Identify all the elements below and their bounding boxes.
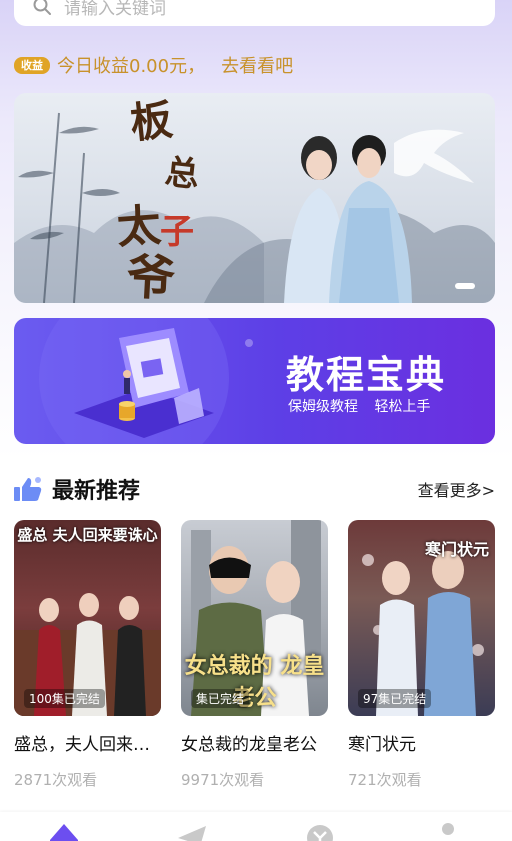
recommend-header: 最新推荐 查看更多> — [14, 473, 495, 505]
drama-card[interactable]: 寒门状元 97集已完结 寒门状元 721次观看 — [348, 520, 495, 790]
section-title: 最新推荐 — [52, 479, 141, 504]
banner-image: 板 总 太 子 爷 — [14, 95, 495, 303]
svg-text:爷: 爷 — [125, 249, 176, 303]
svg-text:总: 总 — [163, 152, 201, 195]
earnings-badge: 收益 — [14, 56, 50, 74]
earnings-text: 今日收益0.00元， — [57, 56, 206, 77]
drama-title: 盛总，夫人回来要诛心 — [14, 735, 161, 755]
search-icon — [33, 0, 51, 15]
profile-icon[interactable] — [431, 820, 465, 841]
search-bar[interactable]: 请输入关键词 — [14, 0, 495, 26]
bottom-tab-bar — [0, 812, 512, 841]
svg-text:太: 太 — [115, 200, 162, 254]
carousel-dot — [455, 283, 475, 289]
episode-status: 100集已完结 — [24, 689, 105, 708]
drama-card[interactable]: 盛总 夫人回来要诛心 100集已完结 盛总，夫人回来要诛心 2871次观看 — [14, 520, 161, 790]
search-input[interactable]: 请输入关键词 — [64, 0, 166, 19]
paper-plane-icon[interactable] — [175, 820, 209, 841]
earnings-row: 收益 今日收益0.00元， 去看看吧 — [14, 52, 293, 78]
carousel-indicator — [455, 283, 475, 289]
see-more-link[interactable]: 查看更多> — [418, 477, 495, 501]
drama-poster[interactable]: 女总裁的 龙皇老公 集已完结 — [181, 520, 328, 716]
drama-poster[interactable]: 寒门状元 97集已完结 — [348, 520, 495, 716]
drama-title: 女总裁的龙皇老公 — [181, 735, 317, 755]
episode-status: 97集已完结 — [358, 689, 432, 708]
view-count: 9971次观看 — [181, 771, 265, 789]
poster-title-art: 寒门状元 — [424, 540, 489, 559]
thumbs-up-icon — [14, 477, 42, 501]
drama-poster[interactable]: 盛总 夫人回来要诛心 100集已完结 — [14, 520, 161, 716]
svg-text:子: 子 — [160, 212, 194, 252]
earnings-link[interactable]: 去看看吧 — [221, 52, 293, 78]
drama-list: 盛总 夫人回来要诛心 100集已完结 盛总，夫人回来要诛心 2871次观看 女总… — [14, 520, 495, 790]
poster-title-art: 盛总 夫人回来要诛心 — [17, 526, 158, 544]
view-count: 2871次观看 — [14, 771, 98, 789]
home-icon[interactable] — [47, 820, 81, 841]
banner-carousel[interactable]: 板 总 太 子 爷 — [14, 93, 495, 303]
tutorial-banner[interactable]: 教程宝典 保姆级教程 轻松上手 — [14, 318, 495, 444]
tutorial-subtitle: 保姆级教程 轻松上手 — [288, 399, 431, 415]
svg-text:板: 板 — [128, 95, 175, 148]
tutorial-title: 教程宝典 — [286, 353, 447, 397]
episode-status: 集已完结 — [191, 689, 250, 708]
earn-icon[interactable] — [303, 820, 337, 841]
view-count: 721次观看 — [348, 771, 422, 789]
drama-title: 寒门状元 — [348, 735, 416, 755]
drama-card[interactable]: 女总裁的 龙皇老公 集已完结 女总裁的龙皇老公 9971次观看 — [181, 520, 328, 790]
